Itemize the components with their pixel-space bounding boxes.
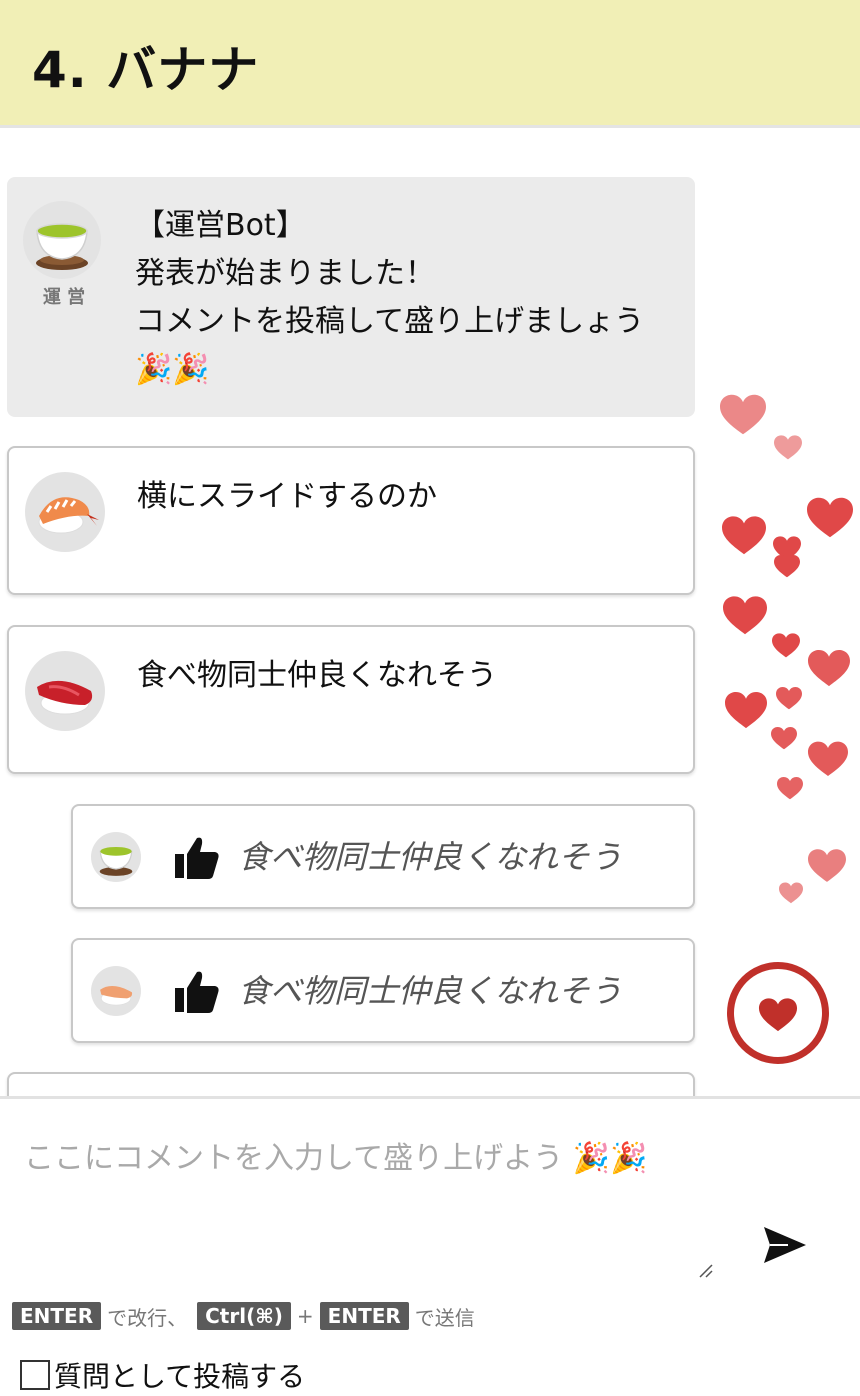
comment-card (7, 1072, 695, 1096)
comment-text: 食べ物同士仲良くなれそう (137, 658, 497, 693)
ctrl-key-badge: Ctrl(⌘) (197, 1302, 291, 1330)
bot-message-text: 【運営Bot】 発表が始まりました！ コメントを投稿して盛り上げましょう 🎉🎉 (135, 208, 645, 387)
bot-message: 運 営 【運営Bot】 発表が始まりました！ コメントを投稿して盛り上げましょう… (7, 177, 695, 417)
commenter-avatar (25, 651, 105, 731)
page-header: 4. バナナ (0, 0, 860, 128)
liker-avatar (91, 832, 141, 882)
page-title: 4. バナナ (32, 41, 260, 99)
liker-avatar (91, 966, 141, 1016)
newline-hint-text: で改行、 (107, 1305, 188, 1330)
comment-text: 横にスライドするのか (137, 479, 437, 514)
thumbs-up-icon (175, 837, 219, 879)
post-as-question-option[interactable]: 質問として投稿する (20, 1355, 305, 1395)
send-heart-button[interactable] (727, 962, 829, 1064)
like-text: 食べ物同士仲良くなれそう (238, 972, 623, 1010)
green-tea-icon (36, 223, 88, 270)
like-card: 食べ物同士仲良くなれそう (71, 938, 695, 1043)
bot-avatar (23, 201, 101, 279)
sushi-icon (100, 986, 133, 1006)
comment-composer: ENTER で改行、 Ctrl(⌘) + ENTER で送信 質問として投稿する (0, 1096, 860, 1396)
comment-input[interactable] (12, 1123, 720, 1283)
bot-avatar-label: 運 営 (42, 287, 86, 308)
like-text: 食べ物同士仲良くなれそう (238, 838, 623, 876)
green-tea-icon (99, 846, 133, 876)
enter-key-badge: ENTER (12, 1302, 102, 1330)
comment-card: 食べ物同士仲良くなれそう (7, 625, 695, 774)
post-as-question-checkbox[interactable] (20, 1360, 50, 1390)
keyboard-hint: ENTER で改行、 Ctrl(⌘) + ENTER で送信 (12, 1301, 475, 1331)
tuna-sushi-icon (37, 680, 93, 715)
enter-key-badge: ENTER (319, 1302, 409, 1330)
comment-card: 横にスライドするのか (7, 446, 695, 595)
like-card: 食べ物同士仲良くなれそう (71, 804, 695, 909)
commenter-avatar (25, 472, 105, 552)
send-hint-text: で送信 (414, 1305, 475, 1330)
plus-sign: + (296, 1304, 314, 1328)
resize-handle-icon[interactable] (698, 1263, 714, 1279)
shrimp-sushi-icon (38, 497, 99, 534)
comment-feed[interactable]: 運 営 【運営Bot】 発表が始まりました！ コメントを投稿して盛り上げましょう… (0, 131, 860, 1096)
thumbs-up-icon (175, 971, 219, 1013)
heart-icon (758, 998, 798, 1032)
post-as-question-label: 質問として投稿する (54, 1360, 306, 1393)
send-button[interactable] (760, 1223, 810, 1267)
